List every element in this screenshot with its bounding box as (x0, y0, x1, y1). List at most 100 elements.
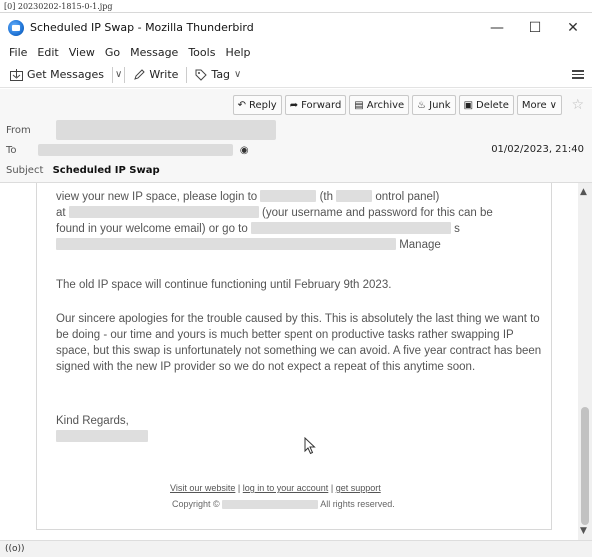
main-toolbar: Get Messages ∨ Write Tag ∨ (0, 62, 592, 88)
body-text: Manage (399, 239, 441, 251)
login-link[interactable]: log in to your account (243, 483, 329, 493)
toolbar-divider (186, 66, 188, 83)
body-paragraph-3: Our sincere apologies for the trouble ca… (56, 313, 542, 373)
tag-icon (195, 69, 208, 81)
delete-label: Delete (476, 99, 509, 111)
write-label: Write (149, 68, 179, 81)
window-titlebar: Scheduled IP Swap - Mozilla Thunderbird … (0, 12, 592, 42)
body-text: found in your welcome email) or go to (56, 223, 248, 235)
star-icon[interactable]: ☆ (571, 97, 584, 113)
get-messages-button[interactable]: Get Messages (4, 64, 110, 86)
close-button[interactable]: ✕ (554, 13, 592, 43)
junk-label: Junk (429, 99, 451, 111)
from-label: From (6, 125, 31, 136)
mouse-cursor-icon (304, 437, 316, 455)
forward-icon: ➦ (289, 99, 299, 111)
trash-icon: ▣ (463, 99, 474, 111)
connection-status-icon: ((o)) (5, 544, 25, 554)
tag-dropdown-icon: ∨ (234, 69, 242, 80)
body-text: (th (319, 191, 333, 203)
encryption-icon: ◉ (239, 145, 249, 156)
tag-button[interactable]: Tag ∨ (189, 64, 247, 86)
closing-text: Kind Regards, (56, 415, 129, 427)
menu-help[interactable]: Help (220, 46, 255, 59)
pencil-icon (134, 68, 146, 80)
more-dropdown-icon: ∨ (549, 99, 557, 111)
window-controls: — ☐ ✕ (478, 13, 592, 43)
message-header: ↶ Reply ➦ Forward ▤ Archive ♨ Junk ▣ Del… (0, 89, 592, 183)
get-messages-label: Get Messages (27, 68, 105, 81)
from-row: From (6, 120, 276, 140)
body-text: view your new IP space, please login to (56, 191, 258, 203)
toolbar-divider (112, 66, 114, 83)
copyright-line: Copyright © All rights reserved. (172, 499, 395, 509)
status-bar: ((o)) (0, 540, 592, 557)
support-link[interactable]: get support (336, 483, 381, 493)
flame-icon: ♨ (417, 99, 427, 111)
body-text: s (454, 223, 460, 235)
more-button[interactable]: More ∨ (516, 95, 562, 115)
window-title: Scheduled IP Swap - Mozilla Thunderbird (30, 21, 254, 34)
from-address-redacted[interactable] (55, 120, 276, 140)
app-menu-icon[interactable] (572, 68, 584, 80)
toolbar-divider (124, 66, 126, 83)
footer-separator: | (330, 483, 334, 493)
menu-go[interactable]: Go (100, 46, 125, 59)
subject-value: Scheduled IP Swap (52, 165, 160, 176)
company-name-redacted (222, 500, 319, 509)
to-address-redacted[interactable] (37, 144, 233, 156)
message-date: 01/02/2023, 21:40 (491, 144, 584, 155)
closing-block: Kind Regards, (56, 413, 546, 445)
copyright-prefix: Copyright © (172, 499, 220, 509)
menu-message[interactable]: Message (125, 46, 183, 59)
subject-row: Subject Scheduled IP Swap (6, 165, 160, 176)
archive-button[interactable]: ▤ Archive (349, 95, 410, 115)
body-paragraph-2: The old IP space will continue functioni… (56, 279, 392, 291)
minimize-button[interactable]: — (478, 13, 516, 43)
menu-edit[interactable]: Edit (32, 46, 63, 59)
tag-label: Tag (211, 68, 231, 81)
menu-tools[interactable]: Tools (183, 46, 220, 59)
body-paragraph-1: view your new IP space, please login to … (56, 189, 546, 253)
write-button[interactable]: Write (127, 64, 184, 86)
subject-label: Subject (6, 165, 44, 176)
scrollbar-thumb[interactable] (581, 407, 589, 525)
body-text: at (56, 207, 66, 219)
redacted-text (260, 190, 317, 202)
footer-links: Visit our website | log in to your accou… (170, 483, 430, 493)
redacted-text (336, 190, 373, 202)
menu-view[interactable]: View (64, 46, 100, 59)
message-body-pane: view your new IP space, please login to … (0, 183, 592, 540)
redacted-link[interactable] (56, 238, 396, 250)
reply-button[interactable]: ↶ Reply (232, 95, 282, 115)
to-label: To (6, 145, 17, 156)
inbox-download-icon (10, 68, 23, 81)
reply-label: Reply (248, 99, 277, 111)
body-text: (your username and password for this can… (262, 207, 493, 219)
maximize-button[interactable]: ☐ (516, 13, 554, 43)
junk-button[interactable]: ♨ Junk (412, 95, 456, 115)
body-text: ontrol panel) (375, 191, 440, 203)
thunderbird-app-icon (8, 19, 24, 36)
redacted-link[interactable] (250, 222, 451, 234)
signature-redacted (56, 430, 148, 442)
archive-icon: ▤ (354, 99, 364, 111)
image-file-caption: [0] 20230202-1815-0-1.jpg (4, 2, 113, 11)
header-actions: ↶ Reply ➦ Forward ▤ Archive ♨ Junk ▣ Del… (232, 95, 562, 115)
delete-button[interactable]: ▣ Delete (458, 95, 514, 115)
forward-label: Forward (301, 99, 342, 111)
scroll-down-icon[interactable]: ▼ (580, 526, 587, 536)
forward-button[interactable]: ➦ Forward (284, 95, 347, 115)
footer-separator: | (237, 483, 241, 493)
visit-website-link[interactable]: Visit our website (170, 483, 235, 493)
get-messages-dropdown-icon[interactable]: ∨ (115, 69, 122, 80)
archive-label: Archive (366, 99, 405, 111)
to-row: To ◉ (6, 144, 249, 156)
more-label: More (521, 99, 547, 111)
vertical-scrollbar[interactable]: ▲ ▼ (578, 183, 592, 540)
menu-file[interactable]: File (4, 46, 32, 59)
copyright-suffix: All rights reserved. (320, 499, 395, 509)
redacted-link[interactable] (68, 206, 259, 218)
reply-icon: ↶ (237, 99, 246, 111)
scroll-up-icon[interactable]: ▲ (580, 187, 587, 197)
